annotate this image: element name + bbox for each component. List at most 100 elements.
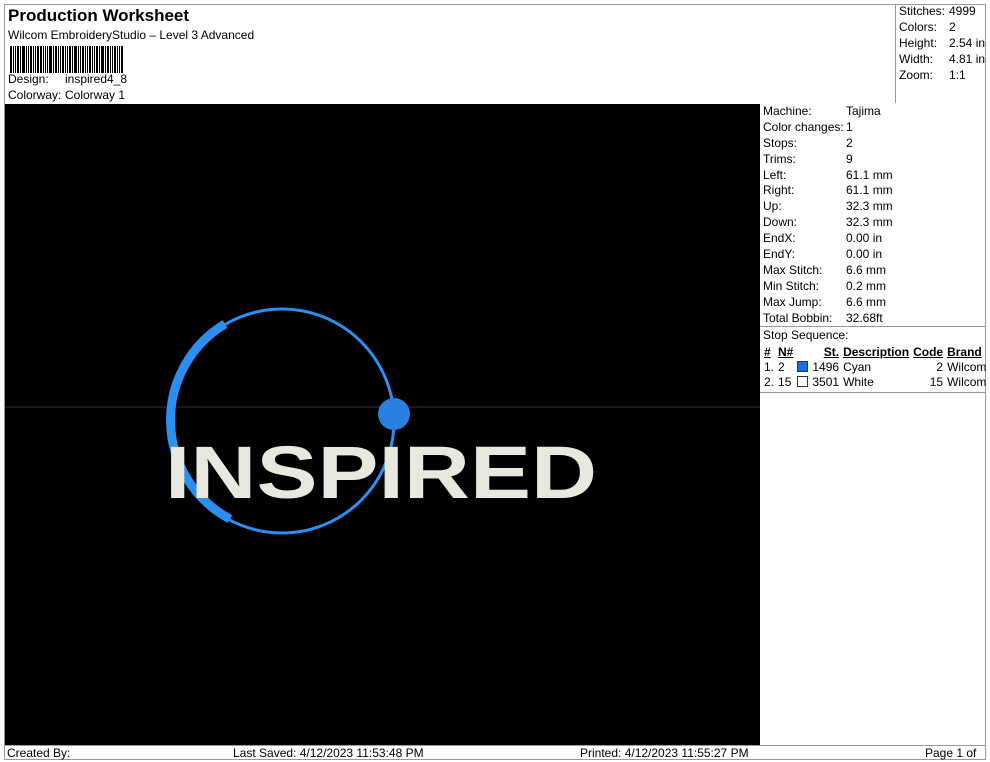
machine-value: 1 [846,119,853,134]
column-header: N# [778,344,794,359]
machine-label: Machine: [763,104,812,118]
table-row: 1. 2 1496 Cyan 2 Wilcom [762,359,988,374]
created-by: Created By: [7,746,71,760]
orbit-dot [378,398,410,430]
machine-value: 61.1 mm [846,183,893,198]
code: 15 [929,374,944,389]
seq-index: 1. [764,359,775,374]
stat-label: Stitches: [899,4,946,18]
machine-info: Machine: Tajima Color changes: 1 Stops: 2 Trim… [760,104,986,326]
stat-label: Colors: [899,20,938,34]
machine-value: 32.3 mm [846,199,893,214]
stat-value: 4.81 in [949,52,986,66]
machine-label: EndY: [763,247,796,262]
machine-label: Stops: [763,135,798,150]
color-description: Cyan [843,359,872,374]
page-number: Page 1 of 1 [925,746,977,762]
stat-row: Height: 2.54 in [896,36,987,52]
machine-label: Up: [763,199,782,214]
machine-value: 32.3 mm [846,215,893,230]
machine-row: EndY: 0.00 in [760,247,986,263]
machine-value: 0.00 in [846,247,883,262]
machine-row: Max Stitch: 6.6 mm [760,263,986,279]
column-header: Brand [947,344,982,359]
design-label: Design: [8,72,49,86]
stop-sequence-title: Stop Sequence: [760,326,986,344]
machine-label: Right: [763,183,795,198]
header: Production Worksheet Wilcom EmbroiderySt… [5,5,895,103]
colorway-value: Colorway 1 [65,88,126,102]
machine-label: Total Bobbin: [763,310,833,325]
stat-label: Height: [899,36,938,50]
machine-label: Max Stitch: [763,262,823,277]
color-swatch [797,375,809,387]
barcode [10,46,175,73]
machine-value: 6.6 mm [846,262,887,277]
machine-row: Min Stitch: 0.2 mm [760,279,986,295]
last-saved: Last Saved: 4/12/2023 11:53:48 PM [233,746,424,760]
machine-panel: Machine: Tajima Color changes: 1 Stops: 2 Trim… [760,104,986,745]
footer: Created By: Last Saved: 4/12/2023 11:53:… [5,745,985,762]
machine-value: 9 [846,151,853,166]
column-header: # [764,344,771,359]
machine-row: Up: 32.3 mm [760,199,986,215]
stat-value: 2 [949,20,956,34]
design-preview: INSPIRED [5,104,760,745]
stat-row: Stitches: 4999 [896,4,987,20]
colorway-label: Colorway: [8,88,62,102]
machine-label: Max Jump: [763,294,822,309]
brand: Wilcom [947,359,987,374]
stat-row: Width: 4.81 in [896,52,987,68]
software-subtitle: Wilcom EmbroideryStudio – Level 3 Advanc… [8,28,255,42]
machine-row: Stops: 2 [760,136,986,152]
design-row: Design: inspired4_8 [8,72,127,86]
machine-row: EndX: 0.00 in [760,231,986,247]
machine-row: Trims: 9 [760,152,986,168]
machine-label: Min Stitch: [763,278,820,293]
needle-number: 15 [778,374,792,389]
machine-value: 0.2 mm [846,278,887,293]
code: 2 [936,359,944,374]
machine-value: 61.1 mm [846,167,893,182]
stat-row: Colors: 2 [896,20,987,36]
machine-value: 2 [846,135,853,150]
machine-label: EndX: [763,231,796,246]
machine-label: Down: [763,215,798,230]
column-header: Code [913,344,944,359]
printed-date: Printed: 4/12/2023 11:55:27 PM [580,746,749,760]
table-row: 2. 15 3501 White 15 Wilcom [762,374,988,389]
machine-value: 32.68ft [846,310,883,325]
machine-label: Trims: [763,151,796,166]
design-text: INSPIRED [165,431,597,514]
stat-value: 1:1 [949,68,966,82]
colorway-row: Colorway: Colorway 1 [8,88,125,102]
machine-value: 0.00 in [846,231,883,246]
brand: Wilcom [947,374,987,389]
design-value: inspired4_8 [65,72,128,86]
page-title: Production Worksheet [8,6,190,25]
machine-label: Left: [763,167,787,182]
design-artwork: INSPIRED [5,307,760,535]
stat-label: Width: [899,52,934,66]
worksheet-page: Production Worksheet Wilcom EmbroiderySt… [0,0,990,762]
thread-code: 1496 [812,359,840,374]
machine-row: Max Jump: 6.6 mm [760,295,986,311]
machine-row: Machine: Tajima [760,104,986,120]
seq-index: 2. [764,374,775,389]
machine-value: Tajima [846,104,881,118]
machine-row: Right: 61.1 mm [760,183,986,199]
machine-row: Color changes: 1 [760,120,986,136]
color-swatch [797,360,809,372]
stop-sequence-table: # N# St. Description Code Brand 1. 2 1496 Cyan 2 Wi… [762,344,988,389]
stat-value: 2.54 in [949,36,986,50]
machine-value: 6.6 mm [846,294,887,309]
machine-row: Left: 61.1 mm [760,168,986,184]
stat-label: Zoom: [899,68,934,82]
stat-value: 4999 [949,4,976,18]
machine-row: Total Bobbin: 32.68ft [760,311,986,327]
stat-row: Zoom: 1:1 [896,68,987,84]
column-header: St. [823,344,840,359]
machine-label: Color changes: [763,119,844,134]
machine-row: Down: 32.3 mm [760,215,986,231]
column-header: Description [843,344,910,359]
